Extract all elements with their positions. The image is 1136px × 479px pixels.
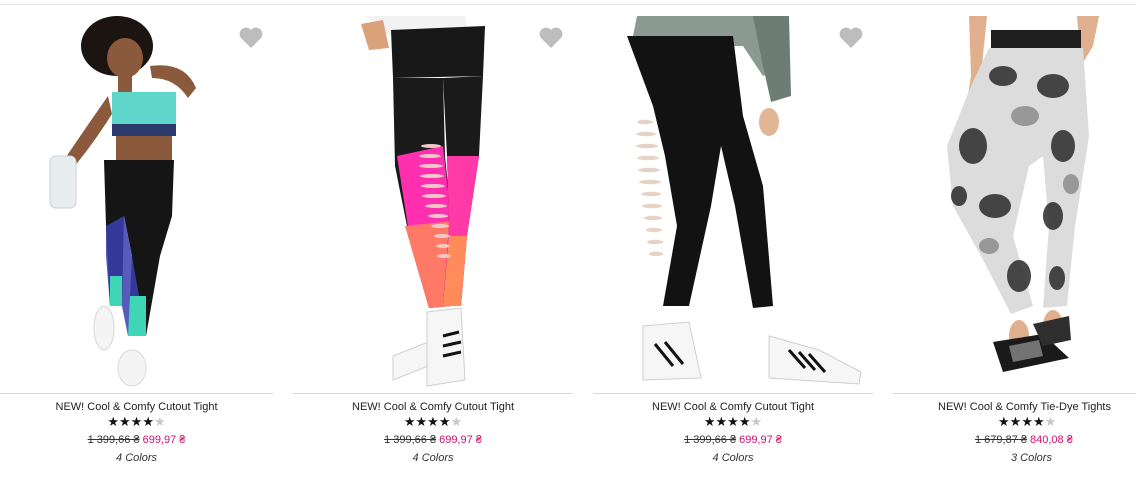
color-count[interactable]: 4 Colors — [0, 451, 273, 466]
product-image[interactable] — [593, 6, 873, 392]
sale-price: 840,08 ₴ — [1030, 434, 1073, 446]
half-star-icon: ★ — [750, 415, 763, 430]
star-icon: ★ — [715, 415, 728, 430]
star-icon: ★ — [1032, 415, 1045, 430]
star-icon: ★ — [703, 415, 716, 430]
divider — [593, 393, 873, 394]
star-rating: ★★★★★ — [593, 415, 873, 431]
heart-icon[interactable] — [838, 26, 864, 50]
star-icon: ★ — [415, 415, 428, 430]
heart-icon[interactable] — [238, 26, 264, 50]
sale-price: 699,97 ₴ — [739, 434, 782, 446]
star-rating: ★★★★★ — [293, 415, 573, 431]
product-name[interactable]: NEW! Cool & Comfy Cutout Tight — [0, 400, 273, 415]
star-icon: ★ — [403, 415, 416, 430]
product-card: NEW! Cool & Comfy Cutout Tight ★★★★★ 1 3… — [593, 0, 873, 479]
product-card: NEW! Cool & Comfy Cutout Tight ★★★★★ 1 3… — [293, 0, 573, 479]
product-name[interactable]: NEW! Cool & Comfy Cutout Tight — [293, 400, 573, 415]
star-icon: ★ — [427, 415, 439, 430]
star-icon: ★ — [130, 415, 143, 430]
sale-price: 699,97 ₴ — [439, 434, 482, 446]
star-icon: ★ — [998, 415, 1010, 430]
product-name[interactable]: NEW! Cool & Comfy Cutout Tight — [593, 400, 873, 415]
product-name[interactable]: NEW! Cool & Comfy Tie-Dye Tights — [938, 400, 1136, 415]
star-rating: ★★★★★ — [0, 415, 273, 431]
product-image[interactable] — [0, 6, 273, 392]
star-icon: ★ — [119, 415, 131, 430]
color-count[interactable]: 4 Colors — [293, 451, 573, 466]
star-icon: ★ — [727, 415, 739, 430]
color-count[interactable]: 3 Colors — [1011, 451, 1136, 466]
star-rating: ★★★★★ — [998, 415, 1136, 431]
product-image[interactable] — [293, 6, 573, 392]
price: 1 679,87 ₴ 840,08 ₴ — [975, 433, 1136, 448]
product-info: NEW! Cool & Comfy Cutout Tight ★★★★★ 1 3… — [293, 400, 573, 466]
star-icon: ★ — [1009, 415, 1022, 430]
color-count[interactable]: 4 Colors — [593, 451, 873, 466]
heart-icon[interactable] — [538, 26, 564, 50]
product-image[interactable] — [893, 6, 1136, 392]
half-star-icon: ★ — [450, 415, 463, 430]
star-icon: ★ — [142, 415, 154, 430]
product-grid: NEW! Cool & Comfy Cutout Tight ★★★★★ 1 3… — [0, 0, 1136, 479]
product-card: NEW! Cool & Comfy Cutout Tight ★★★★★ 1 3… — [0, 0, 273, 479]
sale-price: 699,97 ₴ — [142, 434, 186, 446]
star-icon: ★ — [738, 415, 751, 430]
price: 1 399,66 ₴ 699,97 ₴ — [0, 433, 273, 448]
divider — [893, 393, 1136, 394]
empty-star-icon: ★ — [1044, 415, 1057, 430]
divider — [293, 393, 573, 394]
star-icon: ★ — [1021, 415, 1033, 430]
original-price: 1 399,66 ₴ — [684, 434, 737, 446]
product-info: NEW! Cool & Comfy Cutout Tight ★★★★★ 1 3… — [0, 400, 273, 466]
price: 1 399,66 ₴ 699,97 ₴ — [593, 433, 873, 448]
original-price: 1 399,66 ₴ — [384, 434, 437, 446]
product-info: NEW! Cool & Comfy Tie-Dye Tights ★★★★★ 1… — [893, 400, 1136, 466]
price: 1 399,66 ₴ 699,97 ₴ — [293, 433, 573, 448]
original-price: 1 679,87 ₴ — [975, 434, 1027, 446]
divider — [0, 393, 273, 394]
product-info: NEW! Cool & Comfy Cutout Tight ★★★★★ 1 3… — [593, 400, 873, 466]
half-star-icon: ★ — [153, 415, 166, 430]
star-icon: ★ — [438, 415, 451, 430]
product-card: NEW! Cool & Comfy Tie-Dye Tights ★★★★★ 1… — [893, 0, 1136, 479]
star-icon: ★ — [107, 415, 120, 430]
original-price: 1 399,66 ₴ — [87, 434, 140, 446]
